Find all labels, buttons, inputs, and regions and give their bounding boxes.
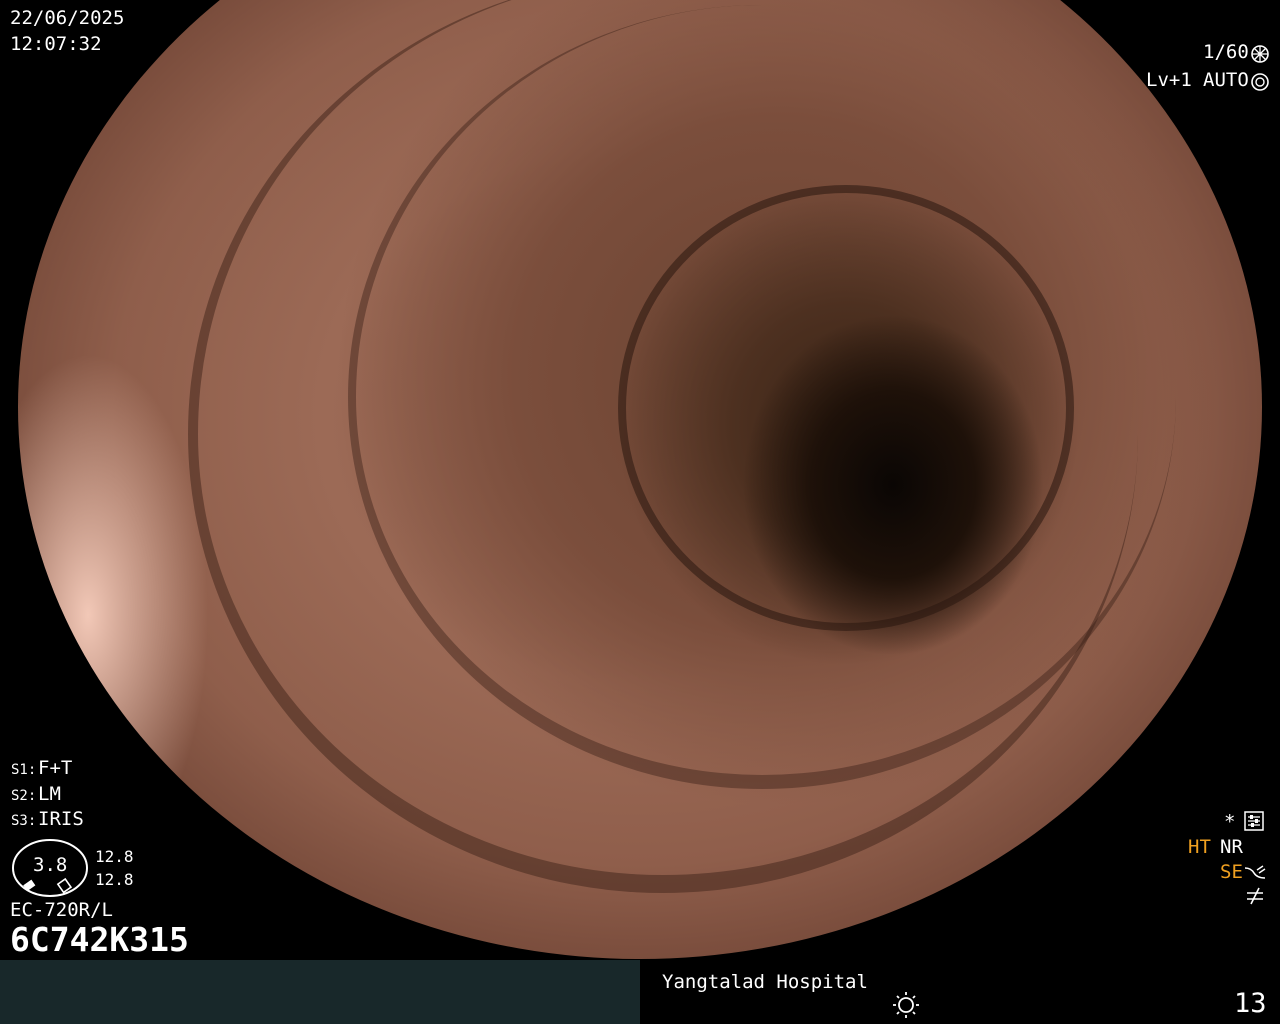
nr-indicator: NR [1220, 836, 1243, 858]
not-equal-icon [1247, 887, 1263, 905]
s2-value: LM [38, 783, 61, 805]
footer-bar: Yangtalad Hospital 13 [0, 960, 1280, 1024]
gauge-value: 3.8 [33, 854, 68, 876]
light-icon [893, 992, 919, 1018]
mode-text: AUTO [1203, 69, 1249, 91]
device-model: EC-720R/L [10, 899, 113, 921]
level-text: Lv+1 [1146, 69, 1192, 91]
gauge-lower: 12.8 [95, 870, 134, 889]
s2-label: S2: [11, 788, 37, 804]
footer-right-panel: Yangtalad Hospital 13 [640, 960, 1280, 1024]
se-indicator: SE [1220, 861, 1243, 883]
footer-left-panel [0, 960, 640, 1024]
image-count: 13 [1234, 988, 1267, 1019]
s1-value: F+T [38, 757, 73, 779]
s3-value: IRIS [38, 808, 84, 830]
date-text: 22/06/2025 [10, 7, 125, 29]
endoscope-image [18, 0, 1262, 959]
ht-indicator: HT [1188, 836, 1211, 858]
device-serial: 6C742K315 [10, 920, 189, 959]
gauge-upper: 12.8 [95, 847, 134, 866]
hospital-name: Yangtalad Hospital [662, 971, 868, 993]
s1-label: S1: [11, 762, 37, 778]
asterisk-text: * [1224, 811, 1236, 833]
shutter-icon [1251, 45, 1269, 63]
settings-panel-icon [1244, 811, 1264, 831]
time-text: 12:07:32 [10, 33, 102, 55]
aperture-icon [1251, 73, 1269, 91]
shutter-text: 1/60 [1203, 41, 1249, 63]
mucosal-fold [618, 185, 1074, 631]
s3-label: S3: [11, 813, 37, 829]
curve-icon [1244, 865, 1266, 879]
